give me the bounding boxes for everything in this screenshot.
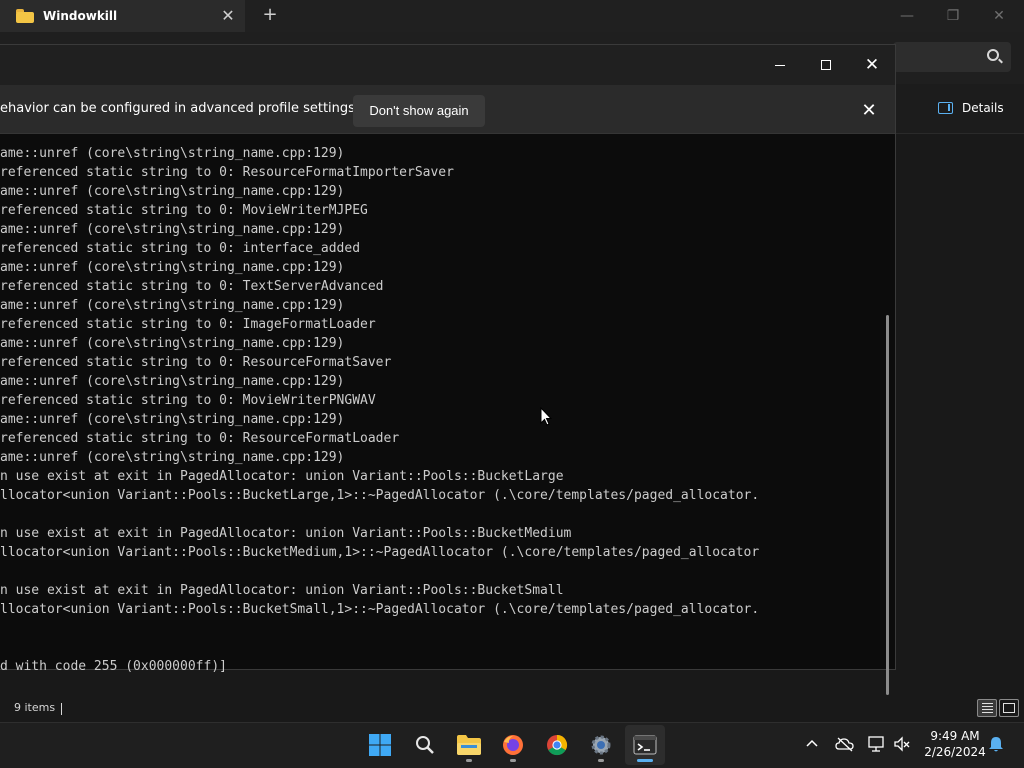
terminal-line: ame::unref (core\string\string_name.cpp:… — [0, 412, 345, 427]
dont-show-again-button[interactable]: Don't show again — [353, 95, 485, 127]
clock-time: 9:49 AM — [930, 729, 980, 743]
item-count: 9 items — [14, 701, 56, 714]
terminal-line: d with code 255 (0x000000ff)] — [0, 659, 227, 674]
terminal-line: ame::unref (core\string\string_name.cpp:… — [0, 222, 345, 237]
terminal-scrollbar[interactable] — [886, 315, 889, 695]
taskbar-firefox[interactable] — [493, 725, 533, 765]
terminal-line: ame::unref (core\string\string_name.cpp:… — [0, 450, 345, 465]
terminal-line: n use exist at exit in PagedAllocator: u… — [0, 583, 564, 598]
terminal-line: n use exist at exit in PagedAllocator: u… — [0, 469, 564, 484]
clock[interactable]: 9:49 AM 2/26/2024 — [920, 728, 990, 760]
terminal-line: ame::unref (core\string\string_name.cpp:… — [0, 260, 345, 275]
tiles-view-button[interactable] — [999, 699, 1019, 717]
terminal-line: llocator<union Variant::Pools::BucketSma… — [0, 602, 760, 617]
tiles-icon — [1003, 703, 1015, 713]
search-icon — [416, 736, 434, 754]
running-indicator — [466, 759, 472, 762]
terminal-line: n use exist at exit in PagedAllocator: u… — [0, 526, 572, 541]
new-tab-icon[interactable]: + — [260, 4, 280, 25]
terminal-line: ame::unref (core\string\string_name.cpp:… — [0, 298, 345, 313]
terminal-line: referenced static string to 0: ImageForm… — [0, 317, 376, 332]
folder-icon — [457, 735, 481, 755]
terminal-line: ame::unref (core\string\string_name.cpp:… — [0, 374, 345, 389]
terminal-line: referenced static string to 0: ResourceF… — [0, 431, 400, 446]
firefox-icon — [503, 735, 523, 755]
running-indicator — [598, 759, 604, 762]
details-view-button[interactable] — [977, 699, 997, 717]
terminal-maximize-button[interactable] — [803, 45, 849, 85]
terminal-icon — [633, 735, 657, 755]
terminal-line: referenced static string to 0: ResourceF… — [0, 355, 392, 370]
folder-icon — [16, 9, 34, 23]
volume-muted-icon[interactable] — [893, 736, 911, 752]
running-indicator — [510, 759, 516, 762]
windows-logo-icon — [369, 734, 391, 756]
taskbar-terminal[interactable] — [625, 725, 665, 765]
onedrive-offline-icon[interactable] — [835, 736, 855, 752]
terminal-line: llocator<union Variant::Pools::BucketLar… — [0, 488, 760, 503]
banner-message: ehavior can be configured in advanced pr… — [0, 101, 360, 116]
explorer-tab[interactable]: Windowkill ✕ — [0, 0, 245, 32]
explorer-close-button[interactable]: ✕ — [976, 4, 1022, 28]
terminal-line: ame::unref (core\string\string_name.cpp:… — [0, 336, 345, 351]
taskbar-file-explorer[interactable] — [449, 725, 489, 765]
close-icon: ✕ — [864, 55, 880, 75]
terminal-line: ame::unref (core\string\string_name.cpp:… — [0, 146, 345, 161]
notification-bell-icon[interactable] — [988, 736, 1004, 753]
terminal-line: referenced static string to 0: TextServe… — [0, 279, 384, 294]
details-button[interactable]: Details — [938, 99, 1004, 117]
terminal-close-button[interactable]: ✕ — [849, 45, 895, 85]
taskbar-settings[interactable] — [581, 725, 621, 765]
terminal-line: ame::unref (core\string\string_name.cpp:… — [0, 184, 345, 199]
start-button[interactable] — [360, 725, 400, 765]
banner-close-icon[interactable]: ✕ — [858, 100, 880, 122]
explorer-tab-title: Windowkill — [43, 9, 118, 23]
explorer-status-bar — [0, 696, 1024, 722]
mouse-cursor-icon — [540, 407, 552, 426]
terminal-line: referenced static string to 0: MovieWrit… — [0, 203, 368, 218]
explorer-minimize-button[interactable]: — — [884, 4, 930, 28]
clock-date: 2/26/2024 — [924, 745, 986, 759]
taskbar-search-button[interactable] — [405, 725, 445, 765]
explorer-search-input[interactable] — [893, 42, 1011, 72]
terminal-minimize-button[interactable] — [757, 45, 803, 85]
list-line — [982, 709, 993, 710]
gear-icon — [591, 735, 611, 755]
tab-close-icon[interactable]: ✕ — [218, 6, 238, 25]
terminal-line: llocator<union Variant::Pools::BucketMed… — [0, 545, 760, 560]
status-divider — [61, 703, 62, 715]
list-line — [982, 712, 993, 713]
terminal-line: referenced static string to 0: ResourceF… — [0, 165, 454, 180]
active-indicator — [637, 759, 653, 762]
list-line — [982, 706, 993, 707]
network-icon[interactable] — [867, 735, 887, 753]
search-icon — [987, 49, 999, 61]
explorer-restore-button[interactable]: ❐ — [930, 4, 976, 28]
details-pane-icon — [938, 102, 953, 114]
maximize-icon — [821, 60, 831, 70]
terminal-output[interactable]: ame::unref (core\string\string_name.cpp:… — [0, 144, 880, 676]
terminal-line: referenced static string to 0: MovieWrit… — [0, 393, 376, 408]
minimize-icon — [775, 64, 785, 66]
chevron-up-icon[interactable] — [805, 737, 819, 749]
terminal-line: referenced static string to 0: interface… — [0, 241, 361, 256]
details-label: Details — [962, 101, 1004, 115]
chrome-icon — [547, 734, 568, 756]
terminal-window: ✕ ehavior can be configured in advanced … — [0, 44, 896, 695]
list-lines-icon — [982, 703, 993, 704]
taskbar-chrome[interactable] — [537, 725, 577, 765]
